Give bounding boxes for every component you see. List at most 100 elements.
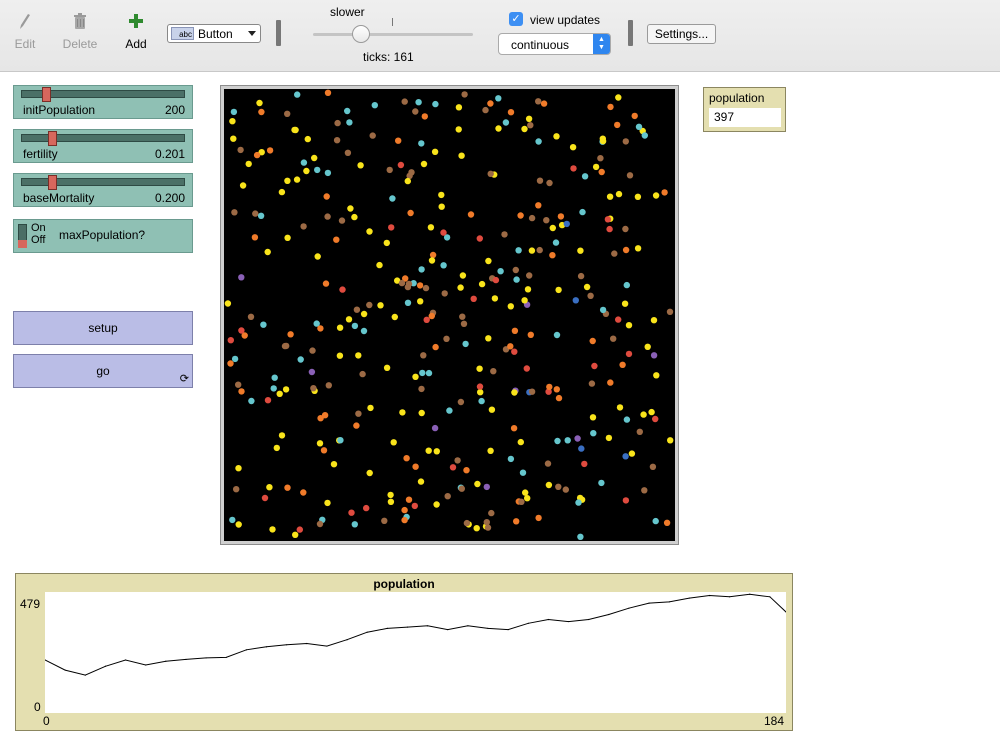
agent <box>634 193 642 200</box>
agent <box>423 316 430 323</box>
agent <box>446 407 453 414</box>
setup-button[interactable]: setup <box>13 311 193 345</box>
speed-slider-knob[interactable] <box>352 25 370 43</box>
agent <box>590 430 597 437</box>
agent <box>311 154 318 162</box>
agent <box>395 137 402 144</box>
agent <box>478 397 485 405</box>
agent <box>636 428 643 435</box>
agent <box>485 257 492 265</box>
population-monitor: population 397 <box>703 87 786 132</box>
agent <box>528 214 536 222</box>
agent <box>598 479 605 487</box>
agent <box>457 284 464 291</box>
agent <box>615 316 622 323</box>
delete-label: Delete <box>62 37 98 51</box>
agent <box>323 193 330 200</box>
add-tool[interactable]: Add <box>111 12 161 51</box>
agent <box>247 313 255 320</box>
agent <box>309 347 316 354</box>
agent <box>502 119 510 126</box>
agent <box>622 453 629 460</box>
toolbar-divider <box>628 20 633 46</box>
agent <box>574 435 581 442</box>
population-point <box>588 618 590 621</box>
agent <box>333 137 341 144</box>
agent <box>463 467 470 474</box>
agent <box>245 160 252 168</box>
toolbar-divider <box>276 20 281 46</box>
view-updates-checkbox[interactable]: ✓ <box>509 12 523 26</box>
agent <box>344 107 351 115</box>
switch-max-population[interactable]: On Off maxPopulation? <box>13 219 193 253</box>
setup-button-label: setup <box>88 321 118 335</box>
agent <box>348 509 355 516</box>
agent <box>474 480 481 488</box>
agent <box>297 356 304 363</box>
agent <box>253 151 261 159</box>
agent <box>303 167 310 175</box>
agent <box>235 521 242 528</box>
agent <box>507 109 515 116</box>
agent <box>599 137 607 145</box>
agent <box>359 370 366 378</box>
agent <box>517 212 524 219</box>
speed-slider-track[interactable] <box>313 33 473 36</box>
agent <box>615 94 622 101</box>
agent <box>320 447 328 454</box>
agent <box>421 113 428 120</box>
agent <box>575 499 582 506</box>
agent <box>577 272 585 280</box>
world-view[interactable] <box>224 89 675 541</box>
delete-tool[interactable]: Delete <box>55 12 105 51</box>
agent <box>227 337 234 344</box>
settings-button[interactable]: Settings... <box>647 24 716 44</box>
agent <box>408 169 415 176</box>
agent <box>338 217 346 224</box>
population-point <box>708 594 711 597</box>
agent <box>644 343 651 350</box>
agent <box>336 324 344 331</box>
agent <box>478 280 486 288</box>
toolbar: Edit Delete Add abc Button slower ticks:… <box>0 0 1000 72</box>
agent <box>230 135 237 142</box>
agent <box>239 182 247 189</box>
population-point <box>386 627 388 629</box>
population-point <box>426 625 429 627</box>
widget-type-select[interactable]: abc Button <box>167 24 261 43</box>
agent <box>589 414 597 421</box>
agent <box>344 149 352 156</box>
agent <box>454 457 461 464</box>
go-button[interactable]: go ⟳ <box>13 354 193 388</box>
slider-fertility[interactable]: fertility 0.201 <box>13 129 193 163</box>
slider-thumb[interactable] <box>48 131 57 146</box>
agent <box>404 177 411 185</box>
speed-label: slower <box>330 5 365 19</box>
switch-on-label: On <box>31 222 46 234</box>
agent <box>258 108 265 116</box>
agent <box>397 161 405 169</box>
slider-thumb[interactable] <box>42 87 51 102</box>
agent <box>296 526 303 533</box>
population-point <box>527 622 529 624</box>
agent <box>351 213 358 221</box>
agent <box>235 381 242 388</box>
agent <box>634 245 642 252</box>
agent <box>491 295 499 302</box>
agent <box>507 455 515 463</box>
switch-knob[interactable] <box>18 240 27 248</box>
agent <box>412 108 419 115</box>
agent <box>351 521 358 528</box>
edit-tool[interactable]: Edit <box>0 12 50 51</box>
slider-track[interactable] <box>21 134 185 142</box>
slider-thumb[interactable] <box>48 175 57 190</box>
agent <box>284 484 291 491</box>
agent <box>412 463 419 470</box>
slider-init-population[interactable]: initPopulation 200 <box>13 85 193 119</box>
slider-value: 0.201 <box>154 147 185 161</box>
slider-track[interactable] <box>21 178 185 186</box>
update-mode-select[interactable]: continuous ▲ ▼ <box>498 33 611 55</box>
agent <box>404 283 412 291</box>
agent <box>229 516 236 524</box>
slider-base-mortality[interactable]: baseMortality 0.200 <box>13 173 193 207</box>
